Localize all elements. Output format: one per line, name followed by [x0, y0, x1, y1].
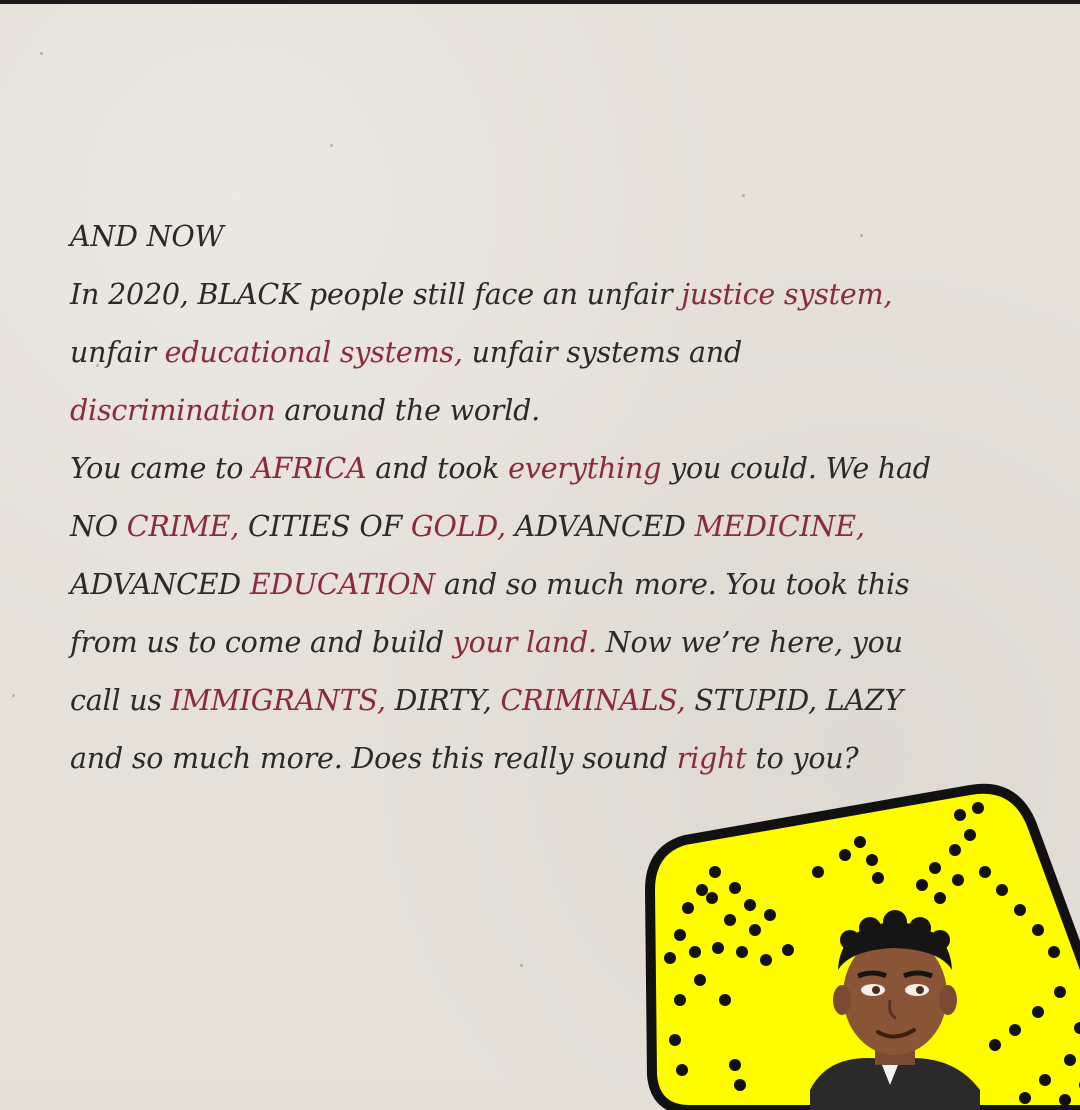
- highlighted-phrase: discrimination: [70, 394, 276, 427]
- highlighted-phrase: EDUCATION: [249, 568, 436, 601]
- text-line: unfair educational systems, unfair syste…: [70, 324, 1030, 382]
- text-segment: You came to: [70, 452, 253, 485]
- text-segment: ADVANCED: [505, 510, 695, 543]
- snapcode-icon[interactable]: [640, 780, 1080, 1110]
- text-segment: AND NOW: [70, 220, 224, 253]
- text-segment: Now we’re here, you: [596, 626, 903, 659]
- text-segment: NO: [70, 510, 127, 543]
- text-segment: CITIES OF: [239, 510, 411, 543]
- text-line: discrimination around the world.: [70, 382, 1030, 440]
- text-segment: and so much more. Does this really sound: [70, 742, 677, 775]
- text-segment: you could. We had: [661, 452, 931, 485]
- text-segment: ADVANCED: [70, 568, 250, 601]
- text-line: AND NOW: [70, 208, 1030, 266]
- text-line: You came to AFRICA and took everything y…: [70, 440, 1030, 498]
- highlighted-phrase: everything: [508, 452, 662, 485]
- text-segment: unfair systems and: [462, 336, 743, 369]
- text-segment: call us: [70, 684, 171, 717]
- paper-speck: [40, 52, 43, 55]
- highlighted-phrase: CRIME,: [126, 510, 240, 543]
- highlighted-phrase: your land.: [452, 626, 597, 659]
- paper-speck: [330, 144, 333, 147]
- text-segment: around the world.: [275, 394, 541, 427]
- highlighted-phrase: CRIMINALS,: [500, 684, 686, 717]
- highlighted-phrase: AFRICA: [252, 452, 367, 485]
- highlighted-phrase: right: [676, 742, 747, 775]
- text-segment: DIRTY,: [385, 684, 501, 717]
- text-line: NO CRIME, CITIES OF GOLD, ADVANCED MEDIC…: [70, 498, 1030, 556]
- message-text: AND NOW In 2020, BLACK people still face …: [70, 208, 1030, 788]
- text-segment: unfair: [70, 336, 165, 369]
- highlighted-phrase: justice system,: [681, 278, 893, 311]
- text-segment: STUPID, LAZY: [685, 684, 904, 717]
- paper-speck: [520, 964, 523, 967]
- text-segment: and took: [366, 452, 509, 485]
- text-segment: and so much more. You took this: [435, 568, 910, 601]
- highlighted-phrase: IMMIGRANTS,: [170, 684, 386, 717]
- text-segment: to you?: [746, 742, 859, 775]
- text-segment: In 2020, BLACK people still face an unfa…: [70, 278, 682, 311]
- highlighted-phrase: MEDICINE,: [694, 510, 865, 543]
- paper-speck: [12, 694, 15, 697]
- text-line: In 2020, BLACK people still face an unfa…: [70, 266, 1030, 324]
- text-line: call us IMMIGRANTS, DIRTY, CRIMINALS, ST…: [70, 672, 1030, 730]
- text-line: ADVANCED EDUCATION and so much more. You…: [70, 556, 1030, 614]
- highlighted-phrase: educational systems,: [164, 336, 463, 369]
- text-segment: from us to come and build: [70, 626, 453, 659]
- highlighted-phrase: GOLD,: [410, 510, 506, 543]
- text-line: from us to come and build your land. Now…: [70, 614, 1030, 672]
- paper-speck: [742, 194, 745, 197]
